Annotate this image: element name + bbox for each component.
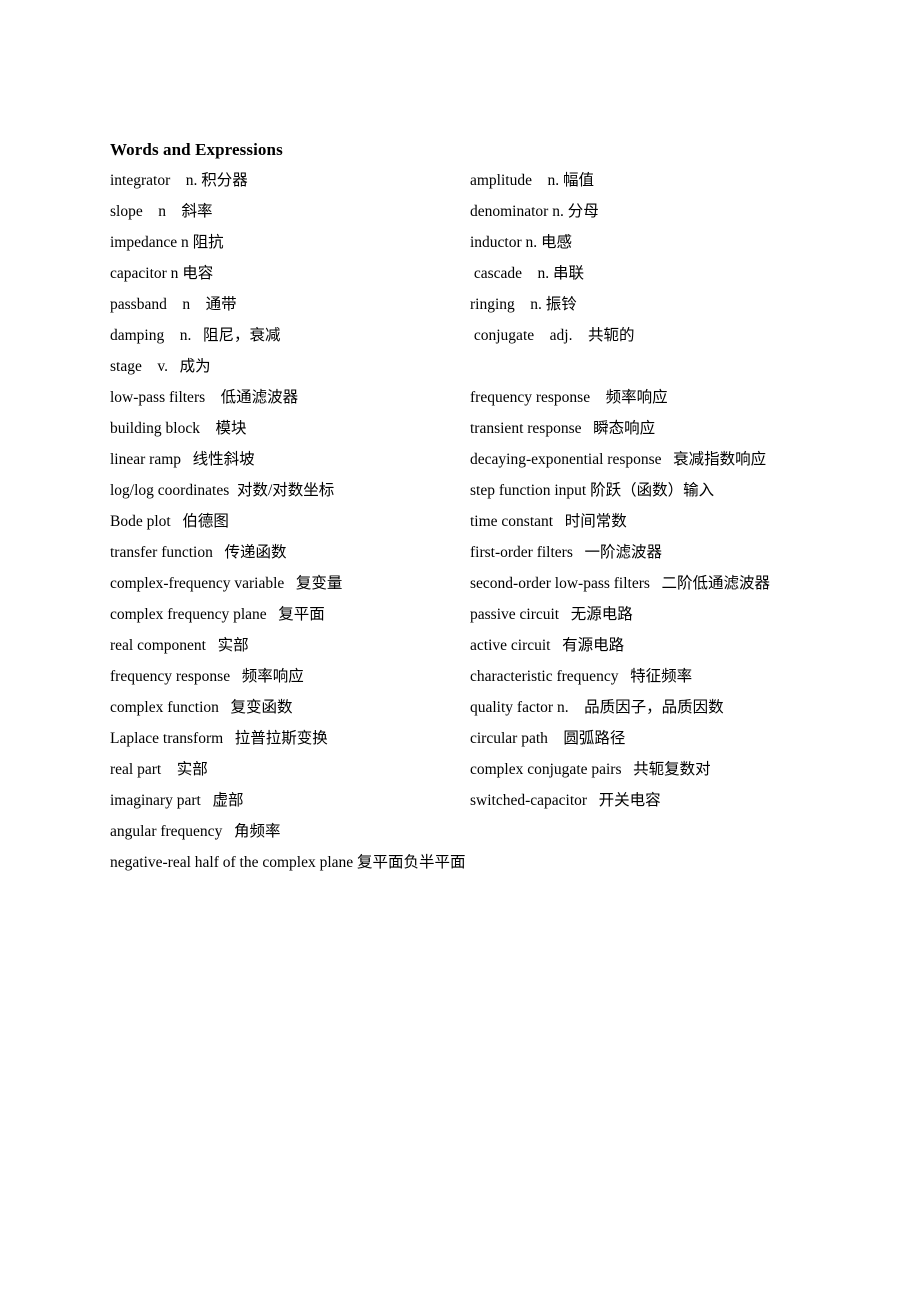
glossary-term-left: complex frequency plane 复平面 — [110, 606, 325, 623]
glossary-row: linear ramp 线性斜坡 decaying-exponential re… — [110, 444, 870, 475]
glossary-row: log/log coordinates 对数/对数坐标 step functio… — [110, 475, 870, 506]
glossary-term-left: real part 实部 — [110, 761, 208, 778]
glossary-term-right: switched-capacitor 开关电容 — [470, 792, 661, 809]
glossary-term-left: complex-frequency variable 复变量 — [110, 575, 343, 592]
glossary-row: stage v. 成为 — [110, 351, 870, 382]
glossary-term-right: quality factor n. 品质因子，品质因数 — [470, 699, 724, 716]
document-page: Words and Expressions integrator n. 积分器 … — [0, 0, 920, 1302]
glossary-row: complex-frequency variable 复变量 second-or… — [110, 568, 870, 599]
glossary-row: low-pass filters 低通滤波器 frequency respons… — [110, 382, 870, 413]
glossary-term-right: second-order low-pass filters 二阶低通滤波器 — [470, 575, 771, 592]
glossary-term-left: passband n 通带 — [110, 296, 237, 313]
glossary-term-right: denominator n. 分母 — [470, 203, 599, 220]
glossary-term-right: inductor n. 电感 — [470, 234, 573, 251]
glossary-term-left: slope n 斜率 — [110, 203, 213, 220]
glossary-term-right: first-order filters 一阶滤波器 — [470, 544, 662, 561]
glossary-term-right: frequency response 频率响应 — [470, 389, 668, 406]
glossary-row-final: negative-real half of the complex plane … — [110, 847, 870, 878]
glossary-row: capacitor n 电容 cascade n. 串联 — [110, 258, 870, 289]
glossary-term-left: angular frequency 角频率 — [110, 823, 281, 840]
glossary-term-right: characteristic frequency 特征频率 — [470, 668, 693, 685]
glossary-term-right: active circuit 有源电路 — [470, 637, 625, 654]
glossary-term-left: Laplace transform 拉普拉斯变换 — [110, 730, 328, 747]
glossary-row: impedance n 阻抗 inductor n. 电感 — [110, 227, 870, 258]
glossary-row: imaginary part 虚部 switched-capacitor 开关电… — [110, 785, 870, 816]
glossary-term-left: building block 模块 — [110, 420, 247, 437]
glossary-row: Bode plot 伯德图 time constant 时间常数 — [110, 506, 870, 537]
glossary-term-full: negative-real half of the complex plane … — [110, 854, 466, 871]
glossary-row: slope n 斜率 denominator n. 分母 — [110, 196, 870, 227]
glossary-term-right: amplitude n. 幅值 — [470, 172, 594, 189]
glossary-term-left: damping n. 阻尼，衰减 — [110, 327, 281, 344]
glossary-row: complex function 复变函数 quality factor n. … — [110, 692, 870, 723]
glossary-term-left: real component 实部 — [110, 637, 249, 654]
glossary-term-right: transient response 瞬态响应 — [470, 420, 656, 437]
glossary-term-right: step function input 阶跃（函数）输入 — [470, 482, 715, 499]
glossary-term-right: decaying-exponential response 衰减指数响应 — [470, 451, 767, 468]
glossary-term-right: ringing n. 振铃 — [470, 296, 577, 313]
glossary-row: real component 实部 active circuit 有源电路 — [110, 630, 870, 661]
page-content: Words and Expressions integrator n. 积分器 … — [110, 134, 870, 878]
glossary-term-right: conjugate adj. 共轭的 — [470, 327, 635, 344]
glossary-row: passband n 通带 ringing n. 振铃 — [110, 289, 870, 320]
glossary-row: building block 模块 transient response 瞬态响… — [110, 413, 870, 444]
glossary-row: damping n. 阻尼，衰减 conjugate adj. 共轭的 — [110, 320, 870, 351]
glossary-term-right: cascade n. 串联 — [470, 265, 585, 282]
glossary-row: angular frequency 角频率 — [110, 816, 870, 847]
glossary-term-left: Bode plot 伯德图 — [110, 513, 229, 530]
glossary-row: frequency response 频率响应 characteristic f… — [110, 661, 870, 692]
glossary-row: Laplace transform 拉普拉斯变换 circular path 圆… — [110, 723, 870, 754]
glossary-term-left: stage v. 成为 — [110, 358, 211, 375]
glossary-term-left: linear ramp 线性斜坡 — [110, 451, 255, 468]
glossary-table: integrator n. 积分器 amplitude n. 幅值 slope … — [110, 165, 870, 878]
glossary-term-left: integrator n. 积分器 — [110, 172, 248, 189]
glossary-row: integrator n. 积分器 amplitude n. 幅值 — [110, 165, 870, 196]
glossary-row: real part 实部 complex conjugate pairs 共轭复… — [110, 754, 870, 785]
glossary-term-left: impedance n 阻抗 — [110, 234, 224, 251]
glossary-term-right: circular path 圆弧路径 — [470, 730, 626, 747]
glossary-row: complex frequency plane 复平面 passive circ… — [110, 599, 870, 630]
glossary-term-right: complex conjugate pairs 共轭复数对 — [470, 761, 711, 778]
glossary-term-left: transfer function 传递函数 — [110, 544, 287, 561]
glossary-row: transfer function 传递函数 first-order filte… — [110, 537, 870, 568]
glossary-term-left: log/log coordinates 对数/对数坐标 — [110, 482, 335, 499]
glossary-term-right: passive circuit 无源电路 — [470, 606, 633, 623]
page-title: Words and Expressions — [110, 140, 283, 159]
glossary-term-right: time constant 时间常数 — [470, 513, 627, 530]
glossary-term-left: imaginary part 虚部 — [110, 792, 244, 809]
glossary-term-left: low-pass filters 低通滤波器 — [110, 389, 299, 406]
glossary-term-left: frequency response 频率响应 — [110, 668, 304, 685]
glossary-term-left: capacitor n 电容 — [110, 265, 214, 282]
glossary-term-left: complex function 复变函数 — [110, 699, 293, 716]
